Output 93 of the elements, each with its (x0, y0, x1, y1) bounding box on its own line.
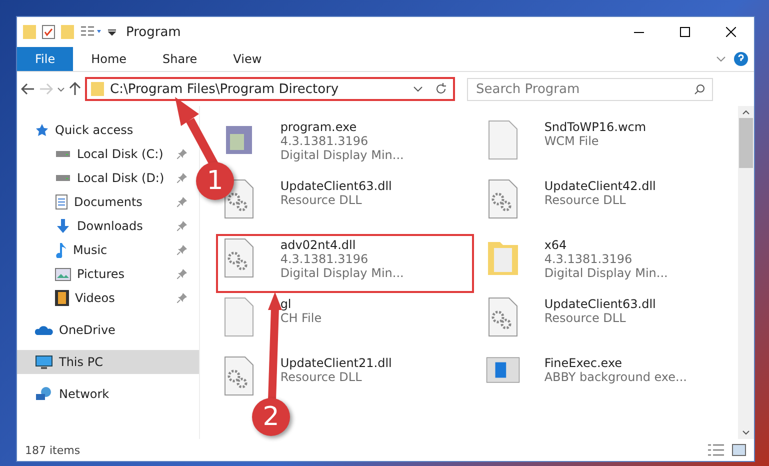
file-detail: Resource DLL (544, 311, 627, 325)
file-detail: WCM File (544, 134, 600, 148)
file-name: UpdateClient63.dll (280, 179, 392, 193)
sidebar-item[interactable]: Network (17, 382, 116, 406)
gear-file-icon (222, 356, 256, 396)
gear-file-icon (222, 179, 256, 219)
download-icon (55, 218, 71, 234)
file-detail: Digital Display Min... (280, 148, 404, 162)
pin-icon[interactable] (177, 293, 187, 303)
file-item[interactable]: UpdateClient63.dll Resource DLL (480, 293, 738, 352)
sidebar-item[interactable]: Local Disk (D:) (17, 166, 193, 190)
music-note-icon (55, 242, 67, 258)
drive-icon (55, 174, 71, 182)
pin-icon[interactable] (177, 269, 187, 279)
gear-file-icon (486, 297, 520, 337)
file-icon (486, 120, 520, 160)
sidebar-item[interactable]: Music (17, 238, 193, 262)
up-arrow-icon[interactable] (69, 82, 81, 96)
pin-icon[interactable] (177, 245, 187, 255)
document-icon (55, 194, 68, 210)
file-item[interactable]: gl CH File (216, 293, 474, 352)
sidebar-item[interactable]: Pictures (17, 262, 193, 286)
folder-icon (91, 82, 104, 96)
file-item[interactable]: FineExec.exe ABBY background exe... (480, 352, 738, 411)
pin-icon[interactable] (177, 149, 187, 159)
gear-file-icon (222, 238, 256, 278)
cloud-icon (35, 324, 53, 336)
sidebar-item[interactable]: This PC (17, 350, 200, 374)
address-bar[interactable]: C:\Program Files\Program Directory (85, 77, 455, 101)
sidebar-item[interactable]: Local Disk (C:) (17, 142, 193, 166)
ribbon-tab[interactable]: View (215, 47, 280, 71)
refresh-icon[interactable] (435, 83, 447, 95)
drive-icon (55, 150, 71, 158)
chevron-icon[interactable] (413, 86, 423, 92)
file-name: UpdateClient63.dll (544, 297, 656, 311)
help-icon[interactable] (734, 52, 748, 66)
file-name: adv02nt4.dll (280, 238, 357, 252)
chevron-icon[interactable] (716, 56, 726, 62)
search-field[interactable]: Search Program (467, 78, 713, 100)
sidebar-item[interactable]: OneDrive (17, 318, 122, 342)
network-icon (35, 386, 53, 402)
file-name: SndToWP16.wcm (544, 120, 646, 134)
sidebar-item[interactable]: Documents (17, 190, 193, 214)
star-icon (35, 123, 49, 137)
chevron-icon[interactable] (57, 86, 65, 92)
pin-icon[interactable] (177, 173, 187, 183)
file-name: UpdateClient21.dll (280, 356, 392, 370)
item-count: 187 items (25, 444, 80, 456)
close-icon[interactable] (726, 27, 736, 37)
address-path: C:\Program Files\Program Directory (110, 82, 339, 96)
file-item[interactable]: UpdateClient42.dll Resource DLL (480, 175, 738, 234)
file-item[interactable]: x64 4.3.1381.3196 Digital Display Min... (480, 234, 738, 293)
file-detail: 4.3.1381.3196 (280, 134, 370, 148)
file-item[interactable]: adv02nt4.dll 4.3.1381.3196 Digital Display Min... (216, 234, 474, 293)
ribbon-tab[interactable]: File (17, 47, 74, 71)
pin-icon[interactable] (177, 197, 187, 207)
file-name: UpdateClient42.dll (544, 179, 656, 193)
file-name: gl (280, 297, 292, 311)
sidebar-item[interactable]: Downloads (17, 214, 193, 238)
dropdown-icon[interactable] (108, 28, 116, 36)
pictures-icon (55, 268, 71, 280)
file-icon (222, 297, 256, 337)
details-view-icon[interactable] (708, 444, 724, 456)
film-icon (55, 290, 69, 306)
sidebar-item[interactable]: Quick access (17, 118, 140, 142)
window-title: Program (126, 24, 181, 40)
file-name: program.exe (280, 120, 358, 134)
pin-icon[interactable] (177, 221, 187, 231)
file-item[interactable]: SndToWP16.wcm WCM File (480, 116, 738, 175)
file-detail: Digital Display Min... (280, 266, 404, 280)
file-detail: ABBY background exe... (544, 370, 687, 384)
application-window-icon (486, 356, 520, 384)
file-detail: Digital Display Min... (544, 266, 668, 280)
thumbnail-view-icon[interactable] (732, 444, 746, 456)
file-name: FineExec.exe (544, 356, 624, 370)
sidebar-item[interactable]: Videos (17, 286, 193, 310)
file-detail: 4.3.1381.3196 (544, 252, 634, 266)
back-arrow-icon[interactable] (21, 83, 35, 95)
file-detail: Resource DLL (544, 193, 627, 207)
gear-file-icon (486, 179, 520, 219)
file-detail: Resource DLL (280, 370, 363, 384)
ribbon-tab[interactable]: Home (73, 47, 145, 71)
file-name: x64 (544, 238, 568, 252)
maximize-icon[interactable] (680, 27, 690, 37)
scroll-thumb[interactable] (739, 118, 754, 168)
scrollbar[interactable] (738, 106, 754, 439)
file-detail: Resource DLL (280, 193, 363, 207)
search-icon[interactable] (694, 84, 705, 94)
monitor-icon (35, 354, 53, 370)
properties-icon[interactable] (42, 25, 55, 39)
file-detail: CH File (280, 311, 322, 325)
ribbon-tab[interactable]: Share (144, 47, 216, 71)
file-detail: 4.3.1381.3196 (280, 252, 370, 266)
